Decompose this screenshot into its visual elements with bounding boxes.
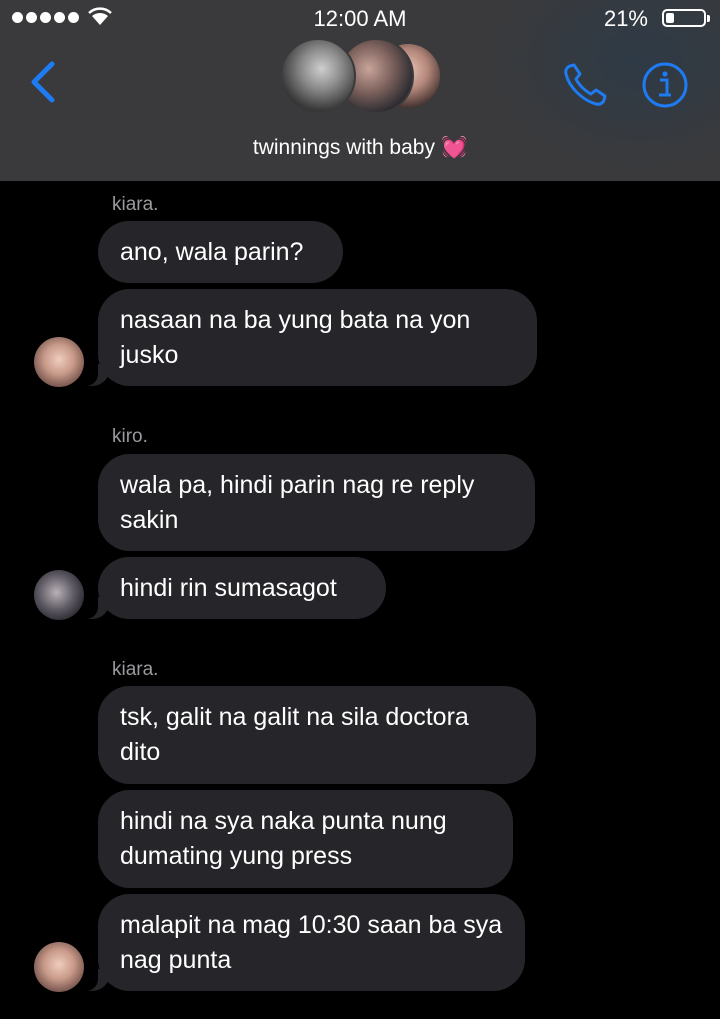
status-bar: 12:00 AM 21% — [0, 0, 720, 36]
message-text: wala pa, hindi parin nag re reply sakin — [120, 470, 475, 534]
message-text: nasaan na ba yung bata na yon jusko — [120, 305, 471, 369]
phone-icon[interactable] — [560, 60, 614, 110]
message-text: tsk, galit na galit na sila doctora dito — [120, 703, 469, 766]
info-icon[interactable] — [640, 60, 690, 110]
sender-avatar[interactable] — [34, 942, 84, 992]
group-avatars[interactable] — [280, 38, 450, 120]
message-text: hindi rin sumasagot — [120, 573, 337, 602]
back-chevron-icon[interactable] — [26, 58, 66, 106]
conversation-title-text: twinnings with baby — [252, 136, 435, 159]
battery-icon — [662, 9, 710, 27]
sender-avatar[interactable] — [34, 337, 84, 387]
avatar — [280, 38, 356, 114]
heart-emoji-icon: 💓 — [440, 136, 468, 159]
message-bubble[interactable]: wala pa, hindi parin nag re reply sakin — [98, 454, 535, 551]
chat-header: 12:00 AM 21% twinnings with baby 💓 — [0, 0, 720, 181]
message-bubble[interactable]: nasaan na ba yung bata na yon jusko — [80, 289, 537, 386]
sender-avatar[interactable] — [34, 570, 84, 620]
message-text: malapit na mag 10:30 saan ba sya nag pun… — [120, 910, 503, 974]
sender-name: kiara. — [112, 659, 159, 680]
sender-name: kiro. — [112, 426, 148, 447]
message-bubble[interactable]: hindi na sya naka punta nung dumating yu… — [98, 790, 513, 888]
message-bubble[interactable]: tsk, galit na galit na sila doctora dito — [98, 686, 536, 784]
conversation-title[interactable]: twinnings with baby 💓 — [0, 136, 720, 160]
message-bubble[interactable]: ano, wala parin? — [98, 221, 343, 283]
sender-name: kiara. — [112, 194, 159, 215]
message-text: hindi na sya naka punta nung dumating yu… — [120, 807, 447, 870]
message-text: ano, wala parin? — [120, 237, 304, 266]
message-bubble[interactable]: malapit na mag 10:30 saan ba sya nag pun… — [80, 894, 525, 991]
message-bubble[interactable]: hindi rin sumasagot — [80, 557, 386, 619]
battery-percentage: 21% — [603, 6, 648, 31]
